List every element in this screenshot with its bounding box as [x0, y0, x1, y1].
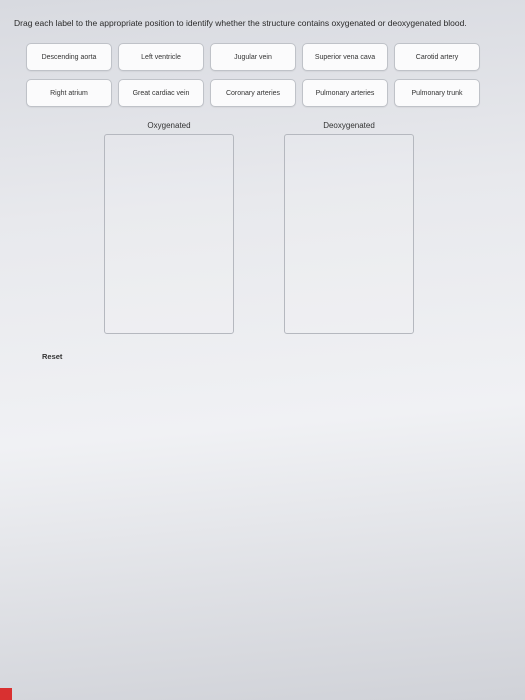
label-pulmonary-trunk[interactable]: Pulmonary trunk [394, 79, 480, 107]
labels-row-1: Descending aorta Left ventricle Jugular … [14, 43, 511, 71]
label-great-cardiac-vein[interactable]: Great cardiac vein [118, 79, 204, 107]
labels-row-2: Right atrium Great cardiac vein Coronary… [14, 79, 511, 107]
label-left-ventricle[interactable]: Left ventricle [118, 43, 204, 71]
oxygenated-title: Oxygenated [147, 121, 190, 130]
corner-indicator [0, 688, 12, 700]
label-descending-aorta[interactable]: Descending aorta [26, 43, 112, 71]
label-coronary-arteries[interactable]: Coronary arteries [210, 79, 296, 107]
deoxygenated-group: Deoxygenated [284, 121, 414, 334]
oxygenated-dropzone[interactable] [104, 134, 234, 334]
dropzone-container: Oxygenated Deoxygenated [14, 121, 511, 334]
deoxygenated-title: Deoxygenated [323, 121, 375, 130]
label-pulmonary-arteries[interactable]: Pulmonary arteries [302, 79, 388, 107]
label-right-atrium[interactable]: Right atrium [26, 79, 112, 107]
deoxygenated-dropzone[interactable] [284, 134, 414, 334]
reset-button[interactable]: Reset [42, 352, 62, 361]
label-jugular-vein[interactable]: Jugular vein [210, 43, 296, 71]
instruction-text: Drag each label to the appropriate posit… [14, 18, 511, 29]
label-carotid-artery[interactable]: Carotid artery [394, 43, 480, 71]
oxygenated-group: Oxygenated [104, 121, 234, 334]
label-superior-vena-cava[interactable]: Superior vena cava [302, 43, 388, 71]
